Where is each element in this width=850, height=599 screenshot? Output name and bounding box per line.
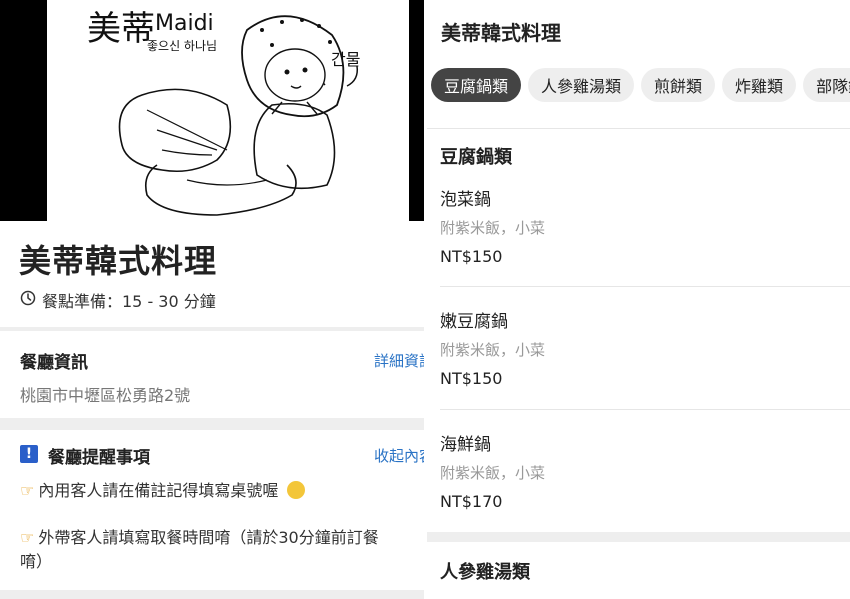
prep-time-text: 餐點準備：15 - 30 分鐘 [42, 292, 216, 311]
tab-pancake[interactable]: 煎餅類 [641, 68, 716, 102]
logo-slogan-text: 좋으신 하나님 [147, 39, 217, 53]
grinning-emoji-icon [287, 481, 306, 499]
menu-item[interactable]: 泡菜鍋 附紫米飯，小菜 NT$150 [440, 185, 850, 275]
info-section-title: 餐廳資訊 [20, 353, 88, 373]
menu-item-price: NT$170 [440, 492, 503, 511]
menu-item-price: NT$150 [440, 369, 503, 388]
menu-item-description: 附紫米飯，小菜 [440, 341, 546, 359]
notice-line: ☞ 內用客人請在備註記得填寫桌號喔 [20, 479, 306, 503]
menu-item[interactable]: 嫩豆腐鍋 附紫米飯，小菜 NT$150 [440, 307, 850, 397]
pointing-hand-icon: ☞ [20, 481, 35, 500]
menu-header-title: 美蒂韓式料理 [441, 21, 561, 45]
speech-text: 간물 [331, 50, 360, 69]
notice-section-title: 餐廳提醒事項 [48, 448, 150, 468]
menu-item-description: 附紫米飯，小菜 [440, 464, 546, 482]
menu-item-description: 附紫米飯，小菜 [440, 219, 546, 237]
notice-line-continued: 唷） [20, 552, 53, 571]
restaurant-banner: 美蒂 Maidi 좋으신 하나님 간물 [0, 0, 427, 221]
pointing-hand-icon: ☞ [20, 528, 35, 547]
restaurant-name: 美蒂韓式料理 [19, 242, 218, 280]
exclamation-icon: ! [20, 445, 38, 463]
section-separator [427, 532, 850, 542]
section-separator [0, 327, 427, 331]
menu-item-name: 嫩豆腐鍋 [440, 312, 508, 332]
section-separator [0, 590, 427, 599]
info-details-link[interactable]: 詳細資訊 [374, 350, 427, 371]
clock-icon [20, 290, 36, 310]
item-divider [440, 409, 850, 410]
item-divider [440, 286, 850, 287]
notice-collapse-link[interactable]: 收起內容 [374, 445, 427, 466]
logo-cjk-text: 美蒂 [87, 9, 155, 49]
notice-text: 外帶客人請填寫取餐時間唷（請於30分鐘前訂餐 [38, 528, 379, 547]
tab-army-stew[interactable]: 部隊鍋類 [803, 68, 850, 102]
tab-tofu-stew[interactable]: 豆腐鍋類 [431, 68, 522, 102]
category-tabs: 豆腐鍋類人參雞湯類煎餅類炸雞類部隊鍋類 [431, 68, 850, 102]
menu-section-title: 豆腐鍋類 [440, 147, 512, 168]
notice-line: ☞ 外帶客人請填寫取餐時間唷（請於30分鐘前訂餐 [20, 526, 379, 550]
tab-ginseng-chicken-soup[interactable]: 人參雞湯類 [528, 68, 635, 102]
restaurant-info-panel: 美蒂 Maidi 좋으신 하나님 간물 美蒂韓式料理 餐點準備：15 - 30 … [0, 0, 427, 599]
banner-illustration: 美蒂 Maidi 좋으신 하나님 간물 [47, 0, 409, 221]
menu-item-price: NT$150 [440, 247, 503, 266]
notice-text: 內用客人請在備註記得填寫桌號喔 [38, 481, 279, 500]
menu-item-name: 海鮮鍋 [440, 435, 491, 455]
menu-item-name: 泡菜鍋 [440, 190, 491, 210]
tabs-divider [427, 128, 850, 129]
restaurant-address: 桃園市中壢區松勇路2號 [20, 386, 191, 405]
menu-panel: 美蒂韓式料理 豆腐鍋類人參雞湯類煎餅類炸雞類部隊鍋類 豆腐鍋類 泡菜鍋 附紫米飯… [427, 0, 850, 599]
menu-section-title: 人參雞湯類 [440, 562, 530, 583]
tab-fried-chicken[interactable]: 炸雞類 [722, 68, 797, 102]
menu-item[interactable]: 海鮮鍋 附紫米飯，小菜 NT$170 [440, 430, 850, 520]
section-separator [0, 418, 427, 430]
prep-time-row: 餐點準備：15 - 30 分鐘 [20, 287, 216, 313]
logo-latin-text: Maidi [155, 11, 214, 36]
